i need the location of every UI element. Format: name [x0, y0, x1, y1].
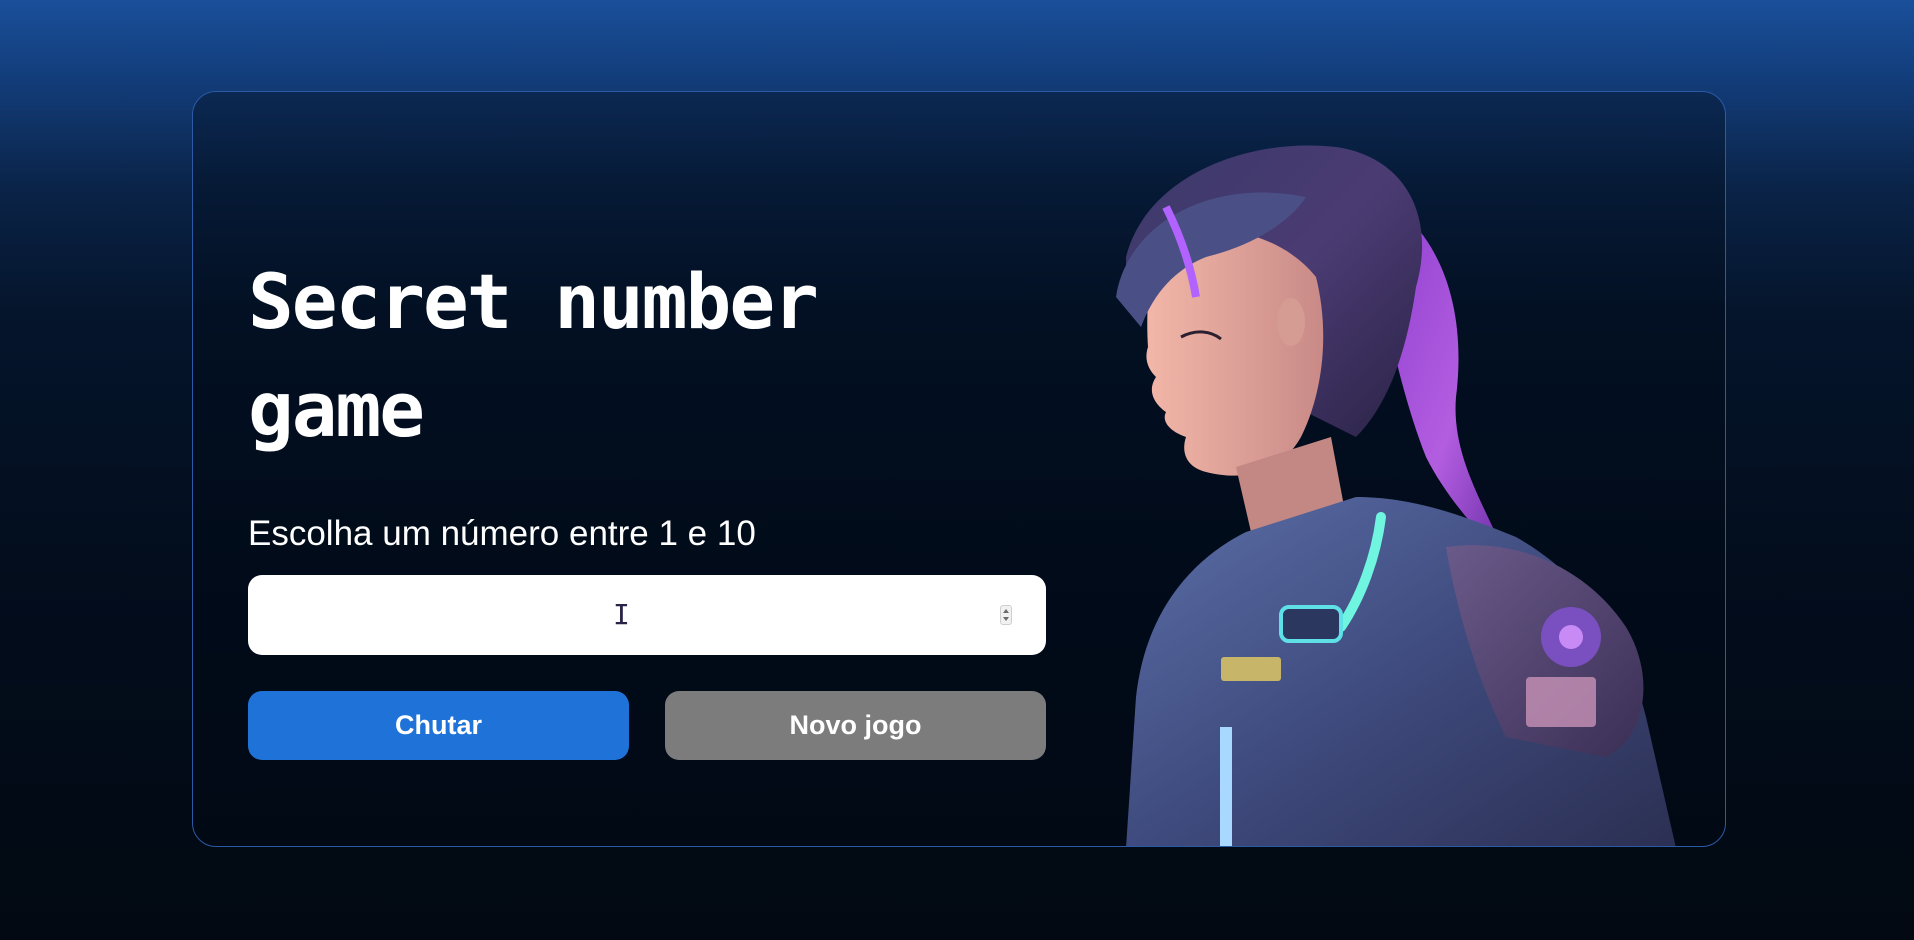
arm-patch — [1526, 677, 1596, 727]
guess-number-input[interactable]: I — [248, 575, 1046, 655]
chest-badge — [1279, 605, 1343, 643]
game-title: Secret number game — [248, 257, 819, 454]
guess-button[interactable]: Chutar — [248, 691, 629, 760]
character-portrait — [1116, 145, 1676, 846]
name-tag — [1221, 657, 1281, 681]
spinner-up-icon[interactable] — [1003, 609, 1009, 613]
ear-shape — [1277, 298, 1305, 346]
number-spinner[interactable] — [1000, 605, 1012, 625]
text-cursor-icon: I — [613, 598, 630, 631]
instruction-text: Escolha um número entre 1 e 10 — [248, 514, 756, 553]
new-game-button[interactable]: Novo jogo — [665, 691, 1046, 760]
game-card: Secret number game Escolha um número ent… — [192, 91, 1726, 847]
spinner-down-icon[interactable] — [1003, 617, 1009, 621]
